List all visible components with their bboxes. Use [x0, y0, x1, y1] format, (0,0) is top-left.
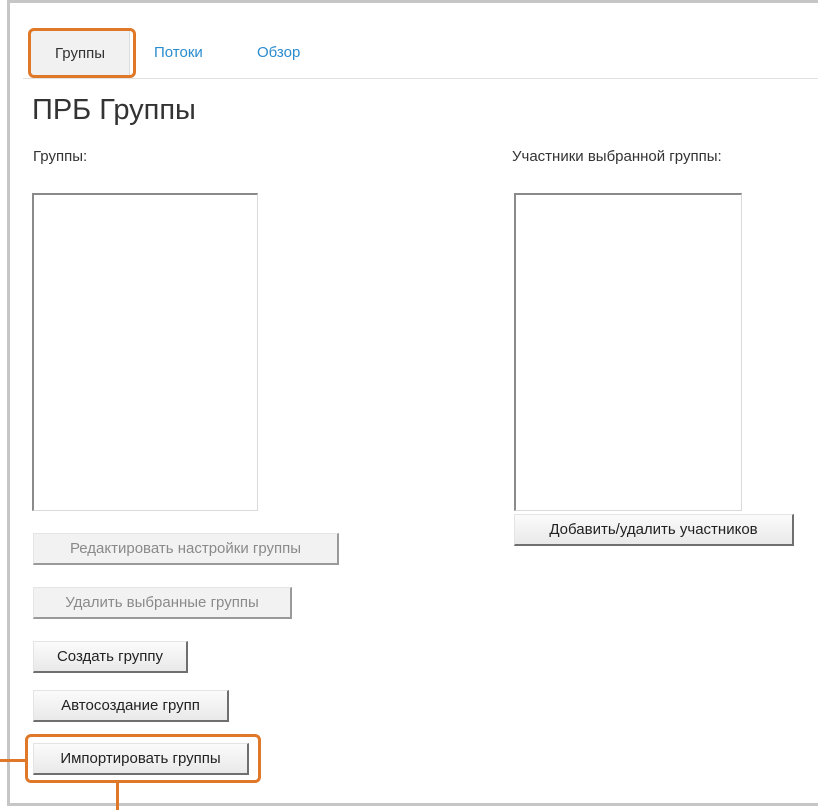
tab-bar: Группы Потоки Обзор: [23, 30, 818, 79]
autocreate-groups-button[interactable]: Автосоздание групп: [33, 690, 229, 722]
groups-label: Группы:: [33, 148, 88, 165]
add-remove-members-button[interactable]: Добавить/удалить участников: [514, 514, 794, 546]
callout-line-left: [0, 759, 25, 762]
delete-selected-groups-button[interactable]: Удалить выбранные группы: [33, 587, 292, 619]
tab-threads[interactable]: Потоки: [154, 30, 203, 76]
tab-overview[interactable]: Обзор: [257, 30, 300, 76]
page-title: ПРБ Группы: [32, 94, 196, 126]
edit-group-settings-button[interactable]: Редактировать настройки группы: [33, 533, 339, 565]
groups-listbox[interactable]: [32, 193, 258, 511]
create-group-button[interactable]: Создать группу: [33, 641, 188, 673]
members-label: Участники выбранной группы:: [512, 148, 722, 165]
members-listbox[interactable]: [514, 193, 742, 511]
import-groups-button[interactable]: Импортировать группы: [33, 743, 249, 775]
callout-line-down: [116, 783, 119, 810]
tab-groups[interactable]: Группы: [30, 30, 130, 76]
